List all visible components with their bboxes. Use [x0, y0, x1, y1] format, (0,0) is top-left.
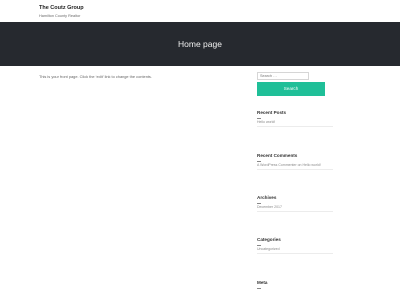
widget-divider: [257, 117, 261, 119]
widget-title: Recent Posts: [257, 110, 287, 115]
site-title[interactable]: The Coutz Group: [39, 5, 84, 11]
widget-divider: [257, 244, 261, 246]
page-content: This is your front page. Click the ‘edit…: [39, 74, 152, 79]
widget-title: Meta: [257, 280, 268, 285]
recent-comment-link[interactable]: A WordPress Commenter on Hello world!: [257, 163, 333, 171]
widget-title: Categories: [257, 237, 281, 242]
search-button[interactable]: Search: [257, 82, 325, 96]
widget-title: Archives: [257, 195, 277, 200]
recent-comments-widget: Recent Comments A WordPress Commenter on…: [257, 153, 333, 171]
recent-posts-widget: Recent Posts Hello world!: [257, 110, 333, 128]
page-title: Home page: [178, 39, 222, 49]
site-header: The Coutz Group Hamilton County Realtor: [0, 0, 400, 22]
page-hero: Home page: [0, 22, 400, 66]
widget-divider: [257, 160, 261, 162]
meta-widget: Meta: [257, 280, 333, 289]
site-description: Hamilton County Realtor: [39, 13, 81, 18]
categories-widget: Categories Uncategorized: [257, 237, 333, 255]
widget-divider: [257, 202, 261, 204]
search-input[interactable]: [257, 72, 309, 80]
recent-post-link[interactable]: Hello world!: [257, 120, 333, 128]
archives-widget: Archives December 2017: [257, 195, 333, 213]
widget-divider: [257, 287, 261, 289]
widget-title: Recent Comments: [257, 153, 298, 158]
archive-link[interactable]: December 2017: [257, 205, 333, 213]
category-link[interactable]: Uncategorized: [257, 247, 333, 255]
